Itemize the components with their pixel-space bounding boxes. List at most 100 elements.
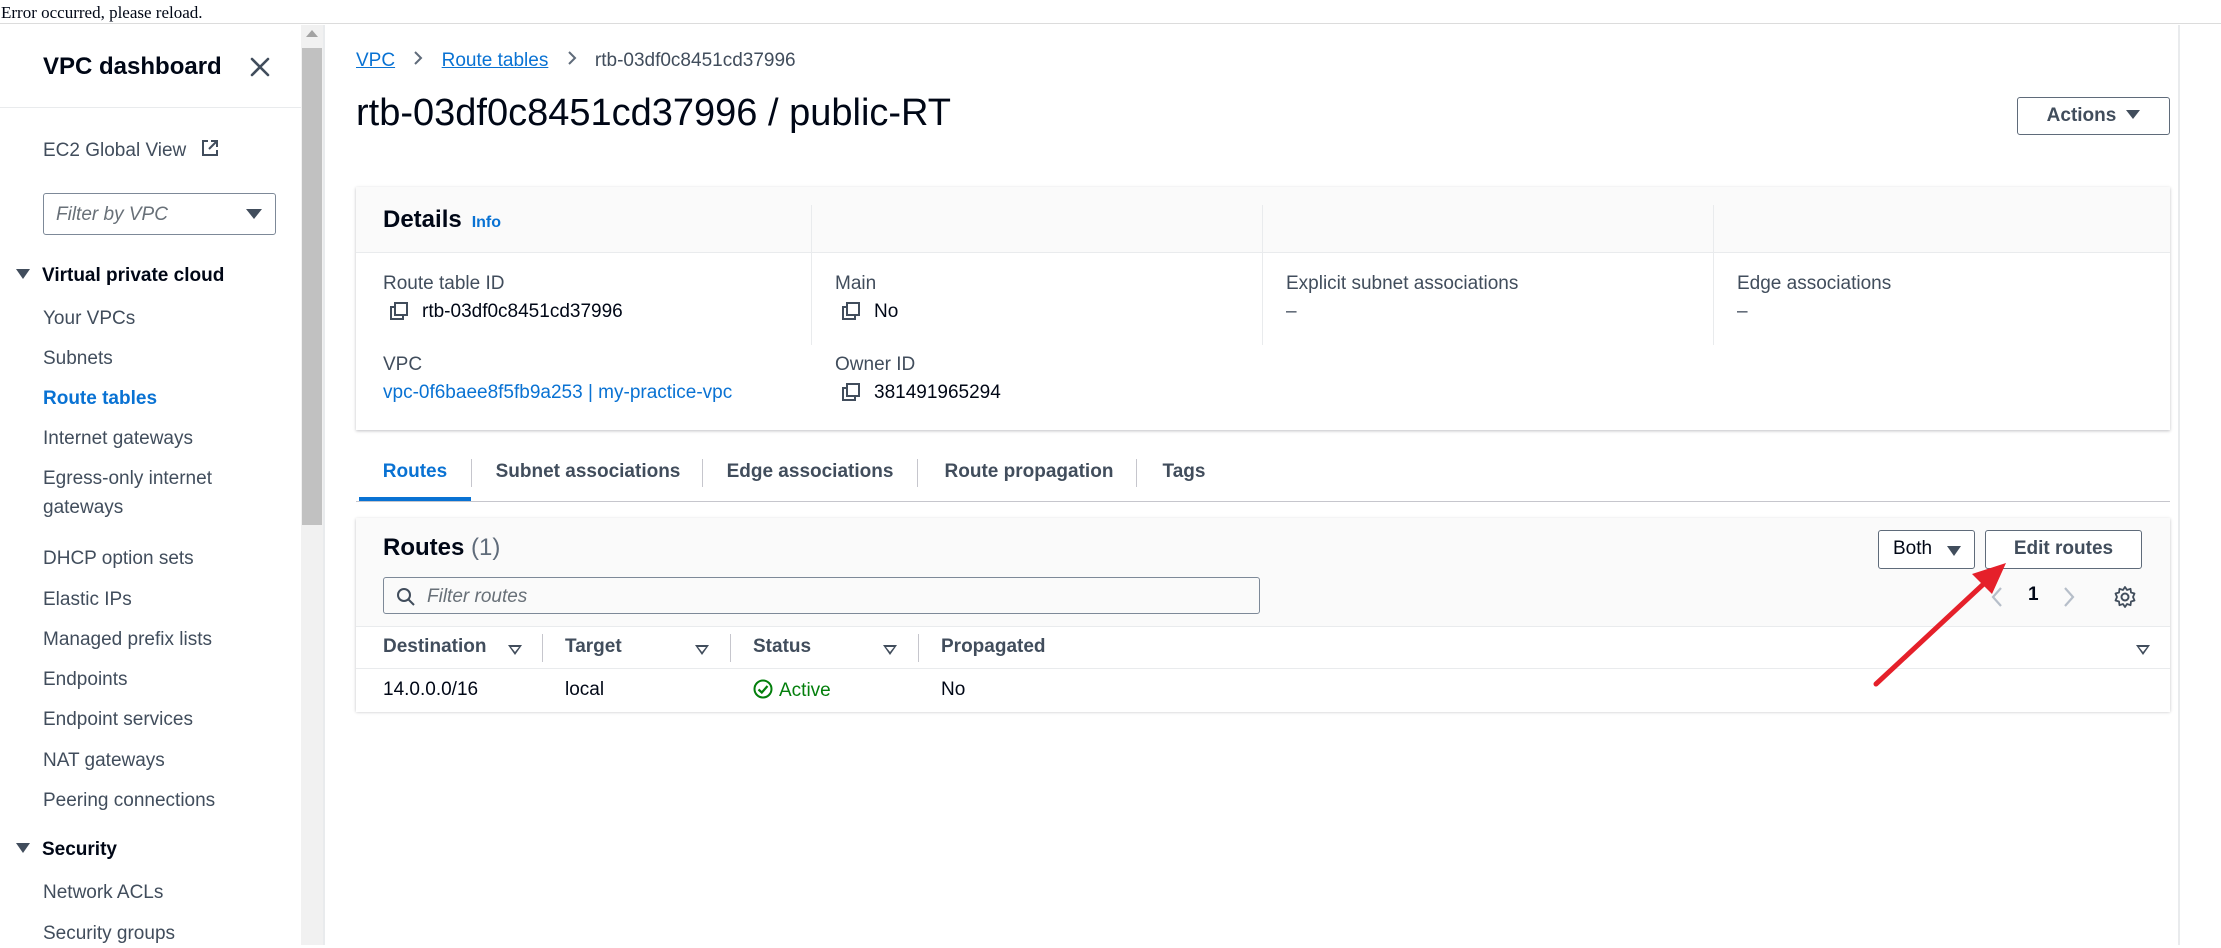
copy-icon[interactable] bbox=[842, 383, 860, 401]
tab-divider bbox=[471, 459, 472, 487]
current-page-number[interactable]: 1 bbox=[2028, 584, 2039, 606]
column-header-target[interactable]: Target bbox=[565, 636, 622, 658]
route-table-id-value: rtb-03df0c8451cd37996 bbox=[390, 301, 623, 323]
explicit-subnet-associations-value: – bbox=[1286, 301, 1297, 322]
column-header-destination[interactable]: Destination bbox=[383, 636, 486, 658]
search-icon bbox=[397, 588, 415, 606]
sidebar-scrollbar-thumb[interactable] bbox=[302, 48, 322, 525]
filter-routes-input[interactable]: Filter routes bbox=[383, 577, 1260, 614]
details-panel: Details Info Route table ID rtb-03df0c845… bbox=[356, 187, 2170, 430]
chevron-right-icon bbox=[566, 50, 578, 72]
column-divider bbox=[1713, 205, 1714, 345]
column-divider bbox=[918, 634, 919, 662]
copy-icon[interactable] bbox=[842, 302, 860, 320]
routes-heading: Routes (1) bbox=[383, 534, 501, 561]
vpc-value: vpc-0f6baee8f5fb9a253 | my-practice-vpc bbox=[383, 382, 732, 404]
external-link-icon bbox=[201, 140, 218, 156]
section-virtual-private-cloud[interactable]: Virtual private cloud bbox=[16, 265, 224, 287]
status-success-icon bbox=[753, 679, 773, 699]
route-table-id-label: Route table ID bbox=[383, 273, 505, 294]
tab-route-propagation[interactable]: Route propagation bbox=[927, 444, 1131, 501]
sidebar-item-nat-gateways[interactable]: NAT gateways bbox=[43, 746, 165, 775]
cell-target: local bbox=[565, 679, 605, 700]
sidebar-item-your-vpcs[interactable]: Your VPCs bbox=[43, 304, 135, 333]
expand-caret-icon bbox=[16, 843, 30, 853]
chevron-right-icon[interactable] bbox=[2062, 586, 2076, 608]
column-header-propagated[interactable]: Propagated bbox=[941, 636, 1046, 658]
tab-divider bbox=[917, 459, 918, 487]
chevron-right-icon bbox=[412, 50, 424, 72]
tab-subnet-associations[interactable]: Subnet associations bbox=[483, 444, 693, 501]
right-panel-divider bbox=[2178, 25, 2180, 945]
sidebar-item-security-groups[interactable]: Security groups bbox=[43, 919, 175, 948]
breadcrumb-vpc-link[interactable]: VPC bbox=[356, 50, 395, 71]
column-header-status[interactable]: Status bbox=[753, 636, 811, 658]
sort-icon[interactable] bbox=[883, 645, 897, 655]
filter-routes-placeholder: Filter routes bbox=[427, 586, 528, 607]
sidebar-item-managed-prefix-lists[interactable]: Managed prefix lists bbox=[43, 625, 212, 654]
sidebar-title: VPC dashboard bbox=[43, 53, 222, 80]
caret-down-icon bbox=[2126, 110, 2141, 119]
sidebar-item-internet-gateways[interactable]: Internet gateways bbox=[43, 424, 193, 453]
sidebar-header: VPC dashboard bbox=[0, 25, 301, 108]
edge-associations-value: – bbox=[1737, 301, 1748, 322]
sidebar: VPC dashboard EC2 Global View Filter by … bbox=[0, 25, 301, 945]
details-heading: Details Info bbox=[383, 206, 502, 233]
sort-icon[interactable] bbox=[2136, 645, 2150, 655]
copy-icon[interactable] bbox=[390, 302, 408, 320]
main-value: No bbox=[842, 301, 898, 323]
sidebar-item-route-tables[interactable]: Route tables bbox=[43, 384, 157, 413]
column-divider bbox=[730, 634, 731, 662]
tab-edge-associations[interactable]: Edge associations bbox=[712, 444, 908, 501]
breadcrumb: VPC Route tables rtb-03df0c8451cd37996 bbox=[356, 50, 796, 72]
sidebar-item-endpoints[interactable]: Endpoints bbox=[43, 665, 128, 694]
ec2-global-view-link[interactable]: EC2 Global View bbox=[43, 138, 220, 162]
breadcrumb-current: rtb-03df0c8451cd37996 bbox=[594, 50, 796, 71]
info-link[interactable]: Info bbox=[472, 214, 501, 231]
caret-down-icon bbox=[246, 209, 262, 219]
sort-icon[interactable] bbox=[508, 645, 522, 655]
page-title: rtb-03df0c8451cd37996 / public-RT bbox=[356, 92, 952, 134]
column-divider bbox=[1262, 205, 1263, 345]
sidebar-item-network-acls[interactable]: Network ACLs bbox=[43, 878, 163, 907]
breadcrumb-route-tables-link[interactable]: Route tables bbox=[442, 50, 549, 71]
section-security[interactable]: Security bbox=[16, 839, 117, 861]
cell-status: Active bbox=[753, 679, 831, 702]
sidebar-item-elastic-ips[interactable]: Elastic IPs bbox=[43, 585, 132, 614]
scroll-up-arrow-icon[interactable] bbox=[306, 30, 318, 37]
close-icon[interactable] bbox=[246, 53, 274, 81]
edge-associations-label: Edge associations bbox=[1737, 273, 1892, 294]
filter-by-vpc-select[interactable]: Filter by VPC bbox=[43, 193, 276, 235]
main-label: Main bbox=[835, 273, 877, 294]
vpc-label: VPC bbox=[383, 354, 423, 375]
sidebar-item-egress-only-gateways[interactable]: Egress-only internet gateways bbox=[43, 464, 212, 522]
sidebar-item-subnets[interactable]: Subnets bbox=[43, 344, 113, 373]
explicit-subnet-associations-label: Explicit subnet associations bbox=[1286, 273, 1519, 294]
tab-routes[interactable]: Routes bbox=[359, 444, 471, 501]
tab-bar: Routes Subnet associations Edge associat… bbox=[356, 444, 2170, 502]
sidebar-item-endpoint-services[interactable]: Endpoint services bbox=[43, 705, 193, 734]
tab-divider bbox=[702, 459, 703, 487]
column-divider bbox=[542, 634, 543, 662]
cell-propagated: No bbox=[941, 679, 966, 700]
actions-button[interactable]: Actions bbox=[2017, 97, 2170, 135]
sidebar-item-dhcp-option-sets[interactable]: DHCP option sets bbox=[43, 544, 194, 573]
column-divider bbox=[811, 205, 812, 345]
details-header: Details Info bbox=[356, 187, 2170, 253]
owner-id-label: Owner ID bbox=[835, 354, 916, 375]
cell-destination: 14.0.0.0/16 bbox=[383, 679, 479, 700]
filter-by-vpc-placeholder: Filter by VPC bbox=[56, 204, 168, 225]
sort-icon[interactable] bbox=[695, 645, 709, 655]
sidebar-item-peering-connections[interactable]: Peering connections bbox=[43, 786, 215, 815]
settings-gear-icon[interactable] bbox=[2113, 585, 2137, 609]
vpc-link[interactable]: vpc-0f6baee8f5fb9a253 | my-practice-vpc bbox=[383, 382, 732, 403]
routes-count: (1) bbox=[471, 534, 501, 561]
annotation-arrow-icon bbox=[1873, 563, 2006, 687]
tab-divider bbox=[1136, 459, 1137, 487]
tab-tags[interactable]: Tags bbox=[1146, 444, 1222, 501]
error-banner: Error occurred, please reload. bbox=[0, 0, 2221, 24]
owner-id-value: 381491965294 bbox=[842, 382, 1001, 404]
ec2-global-view-label: EC2 Global View bbox=[43, 140, 187, 161]
sidebar-divider bbox=[323, 25, 325, 945]
expand-caret-icon bbox=[16, 269, 30, 279]
